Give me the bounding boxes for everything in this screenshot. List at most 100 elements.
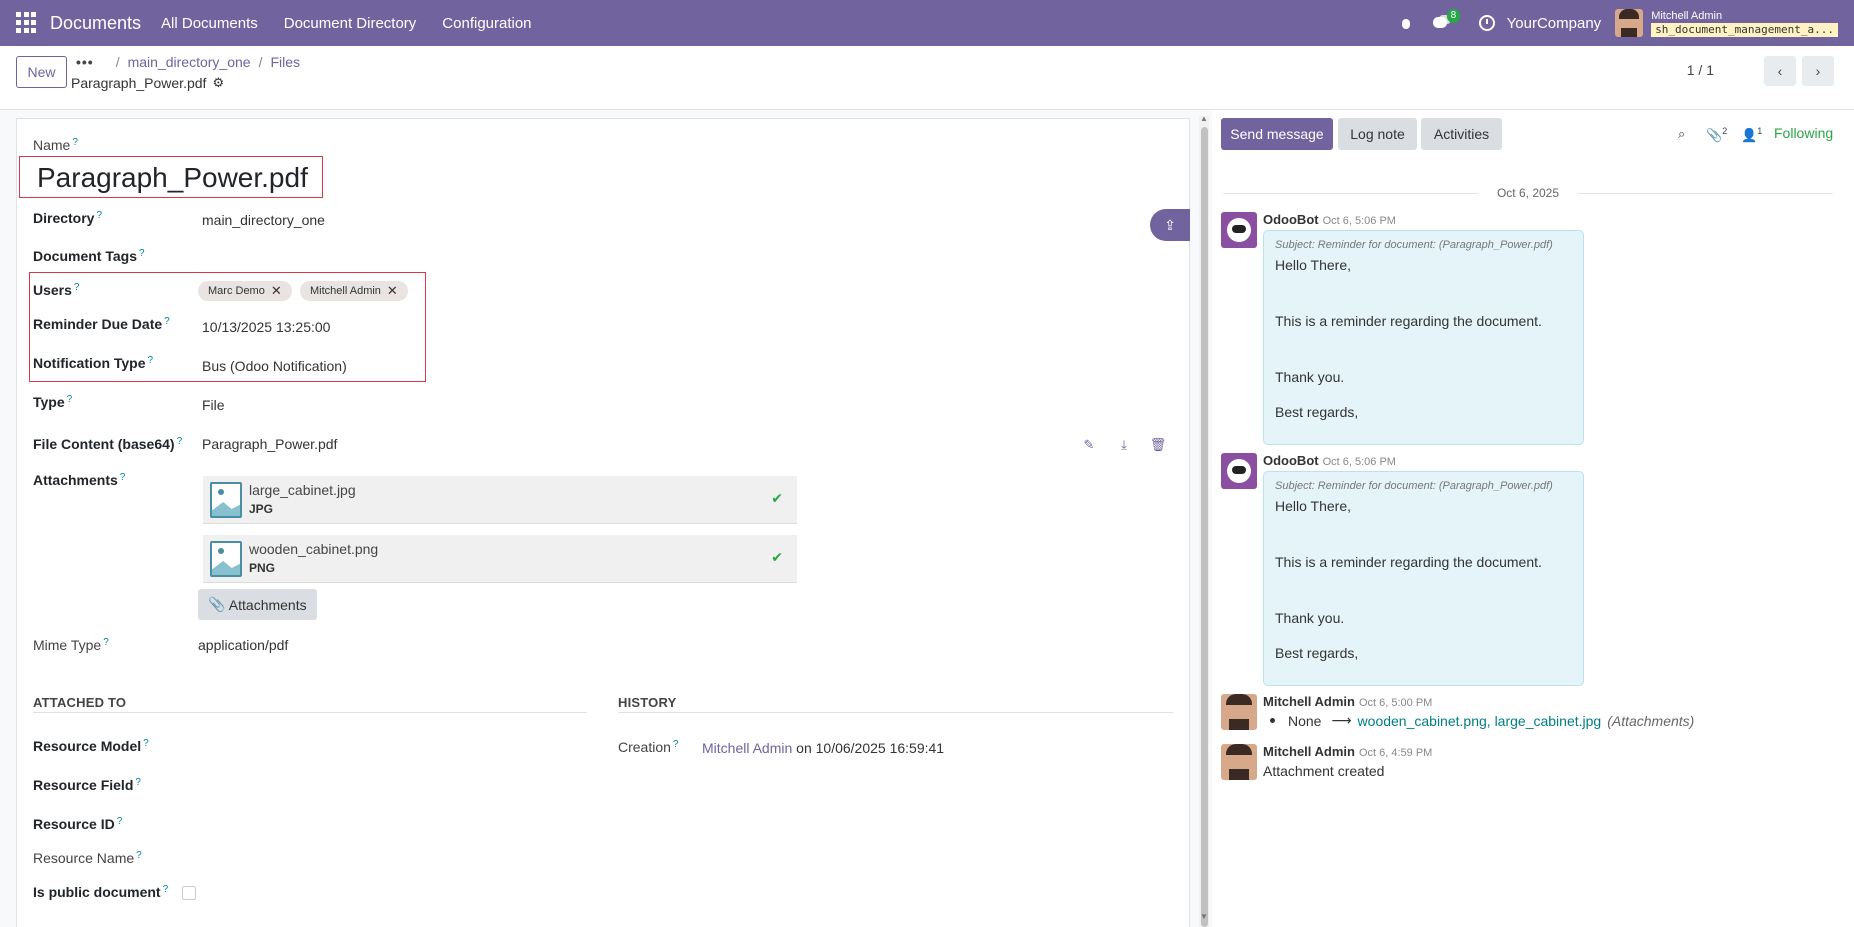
date-separator: Oct 6, 2025 xyxy=(1223,186,1833,200)
document-tags-field[interactable] xyxy=(202,248,602,268)
message-line: Best regards, xyxy=(1275,404,1359,420)
message-subject: Subject: Reminder for document: (Paragra… xyxy=(1275,239,1553,251)
followers-button[interactable]: 👤1 xyxy=(1741,126,1762,143)
name-label: Name? xyxy=(33,137,78,153)
activity-clock-icon[interactable] xyxy=(1478,15,1495,31)
breadcrumb-separator: / xyxy=(258,54,263,70)
pager-value[interactable]: 1 / 1 xyxy=(1687,62,1714,78)
notification-type-field[interactable]: Bus (Odoo Notification) xyxy=(202,358,347,374)
attachments-label: Attachments? xyxy=(33,472,126,488)
check-icon: ✔ xyxy=(771,490,783,506)
user-avatar[interactable] xyxy=(1615,9,1644,37)
message-author[interactable]: Mitchell Admin Oct 6, 5:00 PM xyxy=(1263,694,1432,709)
message-bubble: Subject: Reminder for document: (Paragra… xyxy=(1263,471,1584,686)
breadcrumb: ••• / main_directory_one / Files xyxy=(76,54,300,70)
reminder-due-date-field[interactable]: 10/13/2025 13:25:00 xyxy=(202,319,330,335)
notification-type-label: Notification Type? xyxy=(33,355,154,371)
creation-label: Creation? xyxy=(618,739,679,755)
scroll-down-icon[interactable]: ▼ xyxy=(1200,912,1208,921)
message-author[interactable]: Mitchell Admin Oct 6, 4:59 PM xyxy=(1263,744,1432,759)
reminder-due-date-label: Reminder Due Date? xyxy=(33,316,170,332)
edit-pencil-icon[interactable]: ✎ xyxy=(1081,437,1097,453)
menu-document-directory[interactable]: Document Directory xyxy=(284,15,417,32)
pager-previous-button[interactable]: ‹ xyxy=(1764,56,1796,86)
company-switcher[interactable]: YourCompany xyxy=(1507,15,1602,32)
record-title-text: Paragraph_Power.pdf xyxy=(71,75,207,91)
breadcrumb-files[interactable]: Files xyxy=(270,54,300,70)
file-content-label: File Content (base64)? xyxy=(33,436,183,452)
menu-all-documents[interactable]: All Documents xyxy=(161,15,258,32)
creation-field: Mitchell Admin on 10/06/2025 16:59:41 xyxy=(702,740,945,756)
directory-field[interactable]: main_directory_one xyxy=(202,212,325,228)
mitchell-admin-avatar[interactable] xyxy=(1221,744,1257,780)
messages-badge: 8 xyxy=(1446,9,1461,23)
apps-menu-icon[interactable] xyxy=(16,12,38,34)
search-icon[interactable]: ⌕ xyxy=(1678,126,1685,142)
download-icon[interactable]: ⤓ xyxy=(1116,437,1132,453)
message-line: Hello There, xyxy=(1275,498,1352,514)
remove-tag-icon[interactable]: ✕ xyxy=(387,283,398,299)
following-button[interactable]: Following xyxy=(1774,125,1833,141)
tracking-old-value: None xyxy=(1288,712,1322,729)
odoobot-avatar[interactable] xyxy=(1221,212,1257,248)
name-input[interactable]: Paragraph_Power.pdf xyxy=(19,156,323,198)
activities-button[interactable]: Activities xyxy=(1421,118,1502,150)
creation-user-link[interactable]: Mitchell Admin xyxy=(702,740,792,756)
attachments-button[interactable]: 📎 Attachments xyxy=(198,589,317,620)
breadcrumb-directory[interactable]: main_directory_one xyxy=(128,54,251,70)
pager-next-button[interactable]: › xyxy=(1802,56,1834,86)
gear-icon[interactable]: ⚙ xyxy=(212,75,224,91)
message-line: Thank you. xyxy=(1275,610,1345,626)
message-line: This is a reminder regarding the documen… xyxy=(1275,554,1542,570)
log-note-button[interactable]: Log note xyxy=(1338,118,1417,150)
systray: 8 YourCompany Mitchell Admin sh_document… xyxy=(1399,0,1854,46)
arrow-right-icon: ⟶ xyxy=(1331,712,1352,728)
mitchell-admin-avatar[interactable] xyxy=(1221,694,1257,730)
debug-bug-icon[interactable] xyxy=(1399,16,1413,30)
image-file-icon xyxy=(210,541,242,577)
attachment-card[interactable]: wooden_cabinet.png PNG ✔ xyxy=(203,535,797,583)
form-scrollbar-thumb[interactable] xyxy=(1201,127,1208,927)
message-subject: Subject: Reminder for document: (Paragra… xyxy=(1275,480,1553,492)
attachment-card[interactable]: large_cabinet.jpg JPG ✔ xyxy=(203,476,797,524)
message-line: Thank you. xyxy=(1275,369,1345,385)
public-document-label: Is public document? xyxy=(33,884,169,900)
public-document-checkbox[interactable] xyxy=(182,886,196,900)
control-panel: New ••• / main_directory_one / Files Par… xyxy=(0,46,1854,110)
tracking-new-value-1[interactable]: wooden_cabinet.png xyxy=(1358,713,1487,729)
message-body: Attachment created xyxy=(1263,763,1385,779)
image-file-icon xyxy=(210,482,242,518)
menu-configuration[interactable]: Configuration xyxy=(442,15,531,32)
message-line: Best regards, xyxy=(1275,645,1359,661)
app-name[interactable]: Documents xyxy=(50,13,141,34)
delete-trash-icon[interactable]: 🗑 xyxy=(1150,437,1167,453)
messages-icon[interactable]: 8 xyxy=(1432,9,1461,31)
resource-id-label: Resource ID? xyxy=(33,816,123,832)
database-name: sh_document_management_a... xyxy=(1651,22,1838,37)
top-navbar: Documents All Documents Document Directo… xyxy=(0,0,1854,46)
send-message-button[interactable]: Send message xyxy=(1221,118,1333,150)
attachment-extension: JPG xyxy=(249,502,274,516)
share-icon[interactable]: ⇪ xyxy=(1150,209,1190,241)
chatter-attachments[interactable]: 📎2 xyxy=(1706,126,1727,143)
user-name: Mitchell Admin xyxy=(1651,9,1723,22)
paperclip-icon: 📎 xyxy=(208,596,226,612)
tracking-new-value-2[interactable]: large_cabinet.jpg xyxy=(1495,713,1602,729)
breadcrumb-separator: / xyxy=(115,54,120,70)
message-author[interactable]: OdooBot Oct 6, 5:06 PM xyxy=(1263,212,1396,227)
user-tag[interactable]: Marc Demo ✕ xyxy=(198,281,292,301)
message-author[interactable]: OdooBot Oct 6, 5:06 PM xyxy=(1263,453,1396,468)
new-button[interactable]: New xyxy=(16,56,67,88)
odoobot-avatar[interactable] xyxy=(1221,453,1257,489)
remove-tag-icon[interactable]: ✕ xyxy=(271,283,282,299)
tracking-value: None ⟶ wooden_cabinet.png, large_cabinet… xyxy=(1270,712,1694,729)
user-menu[interactable]: Mitchell Admin sh_document_management_a.… xyxy=(1651,10,1838,37)
user-tag[interactable]: Mitchell Admin ✕ xyxy=(300,281,408,301)
mime-type-label: Mime Type? xyxy=(33,637,109,653)
directory-label: Directory? xyxy=(33,210,103,226)
attachment-name: wooden_cabinet.png xyxy=(249,541,379,557)
scroll-up-icon[interactable]: ▲ xyxy=(1200,114,1208,123)
type-field[interactable]: File xyxy=(202,397,225,413)
file-content-field[interactable]: Paragraph_Power.pdf xyxy=(202,436,337,452)
breadcrumb-more[interactable]: ••• xyxy=(76,54,94,70)
